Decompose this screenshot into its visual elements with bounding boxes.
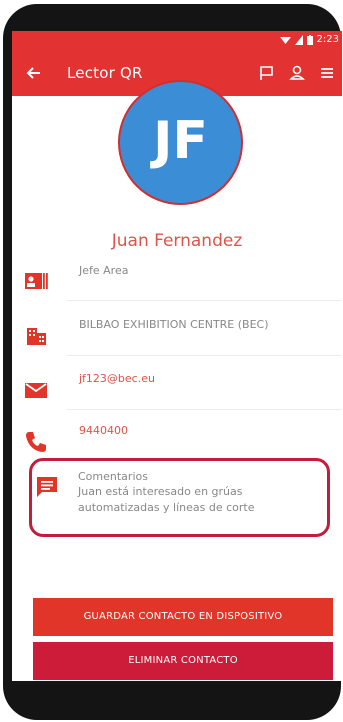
status-bar: 2:23 [12,31,342,51]
position-row: Jefe Area [12,260,342,317]
contact-name: Juan Fernandez [111,231,243,251]
profile-button[interactable] [287,63,307,83]
contact-phone[interactable]: 9440400 [79,424,128,437]
battery-icon [306,34,313,45]
phone-icon [26,432,46,452]
comments-label: Comentarios [78,470,148,483]
id-card-icon [25,273,48,289]
person-icon [289,65,305,80]
divider [67,409,342,410]
comments-text: Juan está interesado en grúas automatiza… [78,485,255,514]
delete-contact-button[interactable]: ELIMINAR CONTACTO [33,642,333,680]
building-icon [27,328,46,345]
avatar: JF [118,80,243,205]
status-icons: 2:23 [279,34,339,45]
flag-button[interactable] [257,63,277,83]
company-row: BILBAO EXHIBITION CENTRE (BEC) [12,314,342,371]
menu-button[interactable] [317,63,337,83]
save-contact-button[interactable]: GUARDAR CONTACTO EN DISPOSITIVO [33,598,333,636]
contact-company: BILBAO EXHIBITION CENTRE (BEC) [79,318,269,331]
back-button[interactable] [24,63,44,83]
menu-icon [321,68,333,78]
back-arrow-icon [26,67,40,79]
email-icon [25,383,47,398]
email-row[interactable]: jf123@bec.eu [12,368,342,425]
signal-icon [294,34,303,45]
wifi-icon [279,36,291,44]
divider [67,355,342,356]
flag-icon [260,66,273,80]
contact-email[interactable]: jf123@bec.eu [79,372,155,385]
contact-position: Jefe Area [79,264,129,277]
app-title: Lector QR [67,64,143,82]
status-time: 2:23 [316,34,339,45]
divider [67,300,342,301]
comment-icon [37,477,57,497]
